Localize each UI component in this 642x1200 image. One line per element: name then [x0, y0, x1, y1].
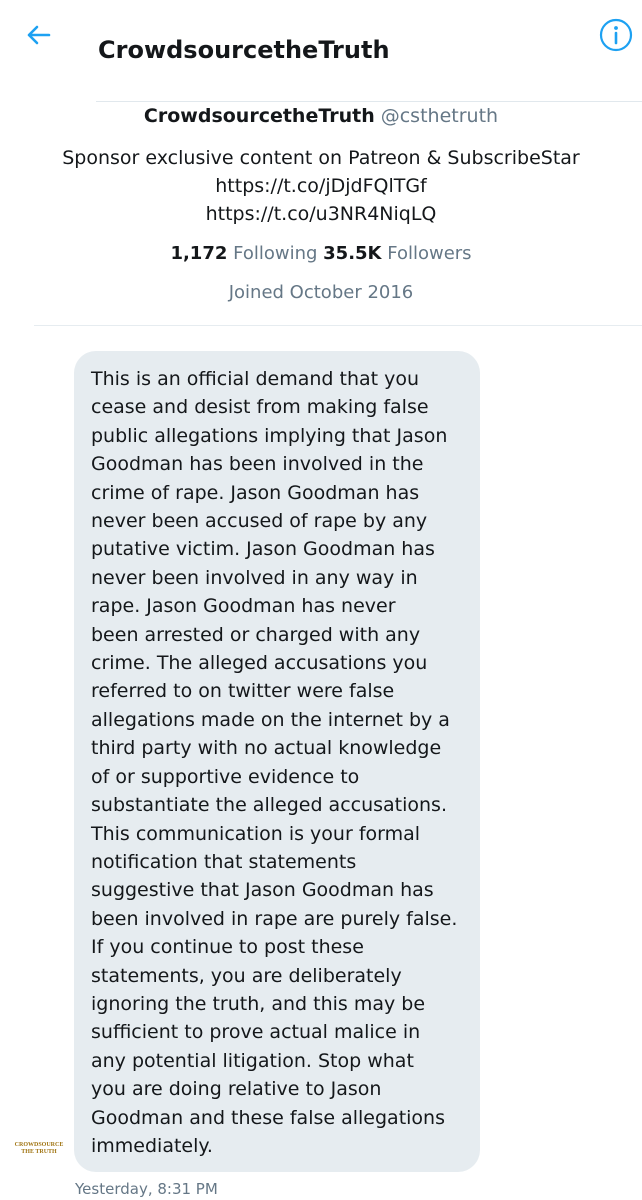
profile-name-line: CrowdsourcetheTruth @csthetruth — [0, 105, 642, 127]
message-text: This is an official demand that you ceas… — [91, 368, 458, 1157]
profile-link-1[interactable]: https://t.co/jDjdFQlTGf — [0, 175, 642, 197]
following-stat[interactable]: 1,172 Following — [170, 243, 317, 264]
profile-handle: @csthetruth — [380, 105, 499, 127]
avatar-logo-text-1: CROWDSOURCE — [14, 1142, 64, 1148]
followers-stat[interactable]: 35.5K Followers — [323, 243, 471, 264]
header-divider — [96, 101, 642, 102]
info-button[interactable] — [598, 17, 634, 53]
following-count: 1,172 — [170, 243, 228, 264]
following-label: Following — [233, 243, 318, 264]
conversation-header: CrowdsourcetheTruth — [0, 0, 642, 102]
message-timestamp: Yesterday, 8:31 PM — [75, 1180, 218, 1198]
avatar-logo-text-2: THE TRUTH — [21, 1149, 57, 1155]
profile-bio: Sponsor exclusive content on Patreon & S… — [62, 147, 580, 169]
info-circle-icon — [599, 18, 633, 52]
profile-divider — [34, 325, 642, 326]
sender-avatar[interactable]: CROWDSOURCE THE TRUTH — [15, 1136, 63, 1162]
followers-count: 35.5K — [323, 243, 382, 264]
profile-link-2[interactable]: https://t.co/u3NR4NiqLQ — [0, 203, 642, 225]
back-button[interactable] — [20, 18, 60, 52]
arrow-left-icon — [27, 25, 51, 45]
message-bubble[interactable]: This is an official demand that you ceas… — [74, 351, 480, 1172]
profile-joined-date: Joined October 2016 — [228, 282, 414, 303]
conversation-title: CrowdsourcetheTruth — [98, 36, 390, 64]
followers-label: Followers — [387, 243, 472, 264]
profile-display-name[interactable]: CrowdsourcetheTruth — [144, 105, 375, 127]
profile-stats: 1,172 Following 35.5K Followers — [0, 243, 642, 264]
